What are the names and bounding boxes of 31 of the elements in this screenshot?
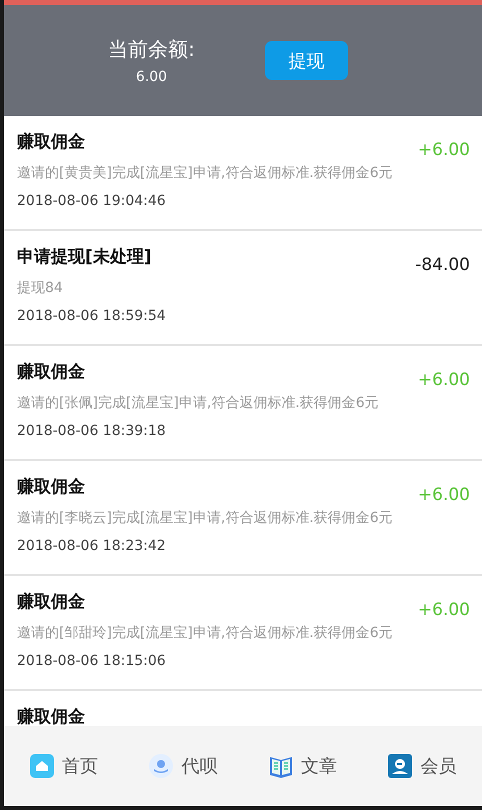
- record-description: 邀请的[李晓云]完成[流星宝]申请,符合返佣标准.获得佣金6元: [17, 509, 393, 527]
- nav-tab[interactable]: 代呗: [149, 754, 218, 778]
- nav-tab[interactable]: 首页: [30, 754, 98, 778]
- nav-tab[interactable]: 文章: [268, 754, 337, 778]
- record-description: 提现84: [17, 279, 64, 297]
- record-amount: +6.00: [418, 600, 470, 622]
- record-amount: -84.00: [415, 255, 470, 277]
- record-amount: +6.00: [418, 485, 470, 507]
- user-icon: [388, 754, 412, 778]
- record-title: 赚取佣金: [17, 591, 86, 613]
- record-title: 赚取佣金: [17, 131, 86, 153]
- record-time: 2018-08-06 18:39:18: [17, 423, 167, 439]
- record-time: 2018-08-06 19:04:46: [17, 193, 167, 209]
- book-icon: [268, 754, 293, 778]
- hand-coin-icon: [149, 754, 174, 778]
- record-time: 2018-08-06 18:15:06: [17, 653, 167, 669]
- record-time: 2018-08-06 18:23:42: [17, 538, 167, 554]
- record-title: 赚取佣金: [17, 706, 85, 728]
- record-description: 邀请的[黄贵美]完成[流星宝]申请,符合返佣标准.获得佣金6元: [17, 164, 393, 182]
- balance-label: 当前余额:: [108, 36, 195, 63]
- record-amount: +6.00: [418, 370, 470, 392]
- record-description: 邀请的[邹甜玲]完成[流星宝]申请,符合返佣标准.获得佣金6元: [17, 624, 393, 642]
- balance-value: 6.00: [136, 69, 168, 85]
- home-icon: [30, 754, 54, 778]
- record-description: 邀请的[张佩]完成[流星宝]申请,符合返佣标准.获得佣金6元: [17, 394, 379, 412]
- record-title: 赚取佣金: [17, 361, 86, 383]
- record-amount: +6.00: [418, 140, 470, 162]
- record-time: 2018-08-06 18:59:54: [17, 308, 166, 324]
- record-title: 申请提现[未处理]: [17, 246, 153, 268]
- record-title: 赚取佣金: [17, 476, 86, 498]
- nav-tab[interactable]: 会员: [388, 754, 456, 778]
